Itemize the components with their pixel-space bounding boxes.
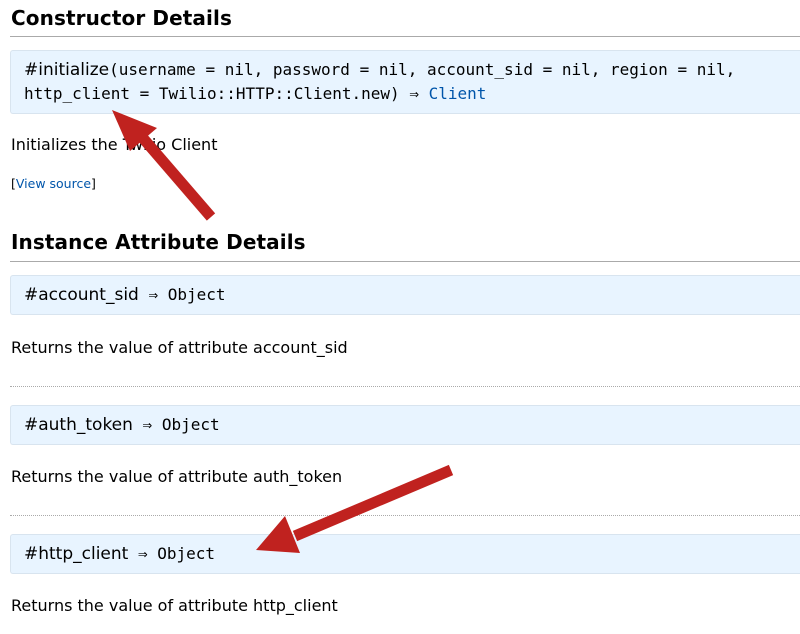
arrow-to-http-client-attribute [256,464,454,553]
arrow-shaft [137,133,216,221]
arrow-head [256,516,300,553]
annotation-arrows [112,110,454,553]
arrow-shaft [292,464,454,542]
arrow-to-initialize-http-client [112,110,216,221]
